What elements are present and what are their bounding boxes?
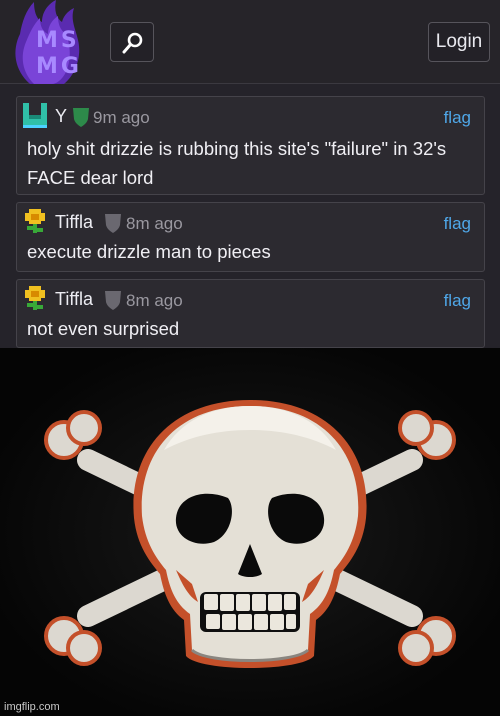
comment-item: Y 9m ago flag holy shit drizzie is rubbi… — [16, 96, 485, 195]
comment-header: Tiffla 8m ago flag — [17, 203, 484, 233]
logo-text: MS MG — [36, 28, 96, 80]
skull-image: imgflip.com — [0, 348, 500, 716]
flag-link[interactable]: flag — [444, 291, 471, 311]
comment-username[interactable]: Tiffla — [55, 212, 93, 233]
comment-username[interactable]: Tiffla — [55, 289, 93, 310]
imgflip-watermark: imgflip.com — [4, 701, 60, 713]
shield-badge-icon — [73, 108, 89, 127]
logo-line-1: MS — [36, 28, 80, 53]
skull-crossbones-icon — [0, 348, 500, 716]
comment-time: 8m ago — [126, 214, 183, 233]
logo-line-2: MG — [36, 54, 82, 79]
login-button[interactable]: Login — [428, 22, 490, 62]
flower-avatar-icon[interactable] — [21, 207, 49, 235]
site-logo[interactable]: MS MG — [12, 0, 90, 84]
comment-text: not even surprised — [27, 318, 180, 339]
comment-item: Tiffla 8m ago flag execute drizzle man t… — [16, 202, 485, 272]
comment-header: Tiffla 8m ago flag — [17, 280, 484, 310]
flower-avatar-icon[interactable] — [21, 284, 49, 312]
shield-badge-icon — [105, 291, 121, 310]
search-button[interactable] — [110, 22, 154, 62]
comment-text: execute drizzle man to pieces — [27, 241, 271, 262]
pixel-avatar-icon[interactable] — [21, 101, 49, 129]
flag-link[interactable]: flag — [444, 108, 471, 128]
search-icon — [122, 32, 143, 54]
site-header: MS MG Login — [0, 0, 500, 84]
comment-item: Tiffla 8m ago flag not even surprised — [16, 279, 485, 348]
comment-time: 9m ago — [93, 108, 150, 127]
flag-link[interactable]: flag — [444, 214, 471, 234]
comment-text: holy shit drizzie is rubbing this site's… — [27, 138, 447, 188]
comment-header: Y 9m ago flag — [17, 97, 484, 129]
comment-time: 8m ago — [126, 291, 183, 310]
chat-screenshot: MS MG Login Y 9m ago flag holy shit driz… — [0, 0, 500, 348]
comment-username[interactable]: Y — [55, 106, 67, 127]
shield-badge-icon — [105, 214, 121, 233]
